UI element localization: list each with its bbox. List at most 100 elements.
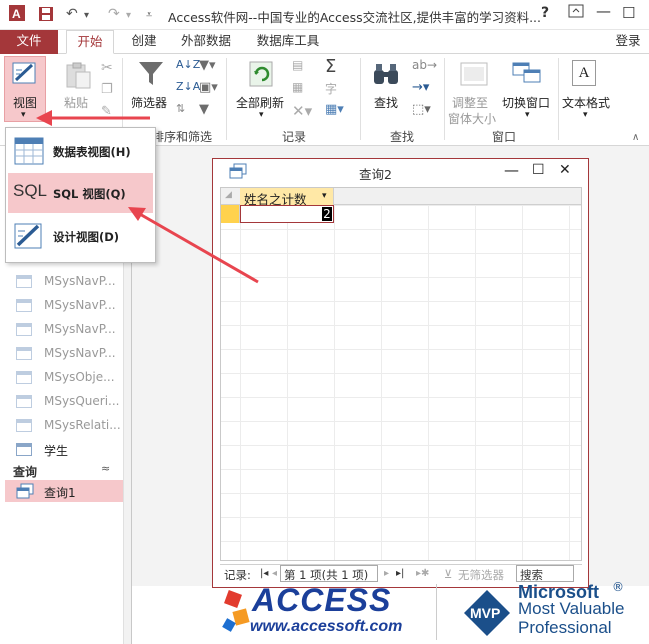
record-selector[interactable] [221,205,240,223]
refresh-dropdown-icon: ▾ [259,110,264,120]
delete-record-icon[interactable]: ✕▾ [292,102,312,120]
save-icon[interactable] [38,6,54,26]
nav-table-item[interactable]: MSysNavP... [5,318,123,340]
text-format-icon[interactable]: A [572,60,596,86]
nav-item-label: MSysNavP... [44,274,116,288]
more-records-icon[interactable]: ▦▾ [325,102,344,117]
tab-home[interactable]: 开始 [66,30,114,54]
advanced-filter-icon[interactable]: ▣▾ [199,80,218,95]
group-records: 记录 [282,130,307,144]
nav-table-item[interactable]: MSysNavP... [5,342,123,364]
maximize-button[interactable]: ☐ [622,4,635,22]
filter-icon[interactable] [138,60,164,91]
format-painter-icon[interactable]: ✎ [101,104,112,119]
design-view-icon [12,60,38,89]
tab-external-data[interactable]: 外部数据 [176,30,236,54]
binoculars-icon[interactable] [372,62,400,89]
app-logo-icon: A [8,4,26,26]
query-window-titlebar[interactable]: 查询2 — ☐ ✕ [213,159,588,185]
copy-icon[interactable]: ❐ [101,82,113,97]
column-header[interactable]: 姓名之计数 ▾ [240,188,334,207]
ribbon-tabs: 文件 开始 创建 外部数据 数据库工具 登录 [0,30,649,54]
select-all-icon[interactable]: ◢ [225,190,232,200]
undo-dropdown-icon[interactable]: ▾ [84,10,89,21]
text-format-label: 文本格式 [562,96,611,110]
access-logo-text: ACCESS [252,582,392,618]
menu-datasheet-view[interactable]: 数据表视图(H) [8,131,153,171]
query-minimize-button[interactable]: — [504,161,519,179]
find-label: 查找 [374,96,399,110]
mvp-badge-text: MVP [470,605,501,621]
switch-window-icon[interactable] [512,62,542,91]
replace-icon[interactable]: ab→ [412,58,437,72]
help-button[interactable]: ? [541,5,549,21]
cut-icon[interactable]: ✂ [101,60,113,76]
collapse-section-icon[interactable]: ≈ [101,462,110,475]
minimize-button[interactable]: — [596,2,611,20]
size-to-fit-icon[interactable] [460,62,488,89]
nav-item-label: MSysQueri... [44,394,120,408]
last-record-icon[interactable]: ▸| [396,568,404,579]
nav-table-item[interactable]: MSysObje... [5,366,123,388]
view-label: 视图 [13,96,38,110]
nav-item-label: 查询1 [44,486,76,500]
ribbon-display-options-icon[interactable] [568,4,584,22]
nav-item-label: MSysNavP... [44,346,116,360]
filter-label: 筛选器 [131,96,168,110]
group-window: 窗口 [492,130,517,144]
query-close-button[interactable]: ✕ [559,162,571,178]
new-record-icon[interactable]: ▤ [292,58,303,72]
tab-database-tools[interactable]: 数据库工具 [252,30,324,54]
redo-icon[interactable]: ↷ [108,6,120,22]
table-icon [16,419,32,432]
query-maximize-button[interactable]: ☐ [532,162,545,178]
mvp-logo: MVP Microsoft ® Most Valuable Profession… [462,580,649,644]
query-window-title: 查询2 [359,167,392,182]
goto-icon[interactable]: →▾ [412,80,429,95]
table-icon [16,371,32,384]
tab-create[interactable]: 创建 [126,30,162,54]
next-record-icon[interactable]: ▸ [384,568,389,579]
nav-table-student[interactable]: 学生 [5,438,123,460]
filter-status-icon[interactable]: ⊻ [444,567,452,581]
view-dropdown-menu: 数据表视图(H) SQL SQL 视图(Q) 设计视图(D) [5,127,156,263]
undo-icon[interactable]: ↶ [66,6,78,22]
current-record-box[interactable]: 第 1 项(共 1 项) [280,565,378,582]
selection-filter-icon[interactable]: ▼▾ [199,58,216,73]
first-record-icon[interactable]: |◂ [260,568,268,579]
query-window: 查询2 — ☐ ✕ ◢ 姓名之计数 ▾ 2 记录: |◂ ◂ 第 1 项(共 1… [212,158,589,588]
save-record-icon[interactable]: ▦ [292,80,303,94]
tab-file[interactable]: 文件 [0,30,58,54]
customize-qat-icon[interactable]: ⩡ [146,8,152,22]
no-filter-label[interactable]: 无筛选器 [458,567,504,583]
sort-ascending-icon[interactable]: A↓Z [176,58,200,71]
sort-descending-icon[interactable]: Z↓A [176,80,200,93]
menu-sql-view[interactable]: SQL SQL 视图(Q) [8,173,153,213]
column-dropdown-icon[interactable]: ▾ [322,191,327,201]
data-cell[interactable]: 2 [240,205,334,223]
login-link[interactable]: 登录 [613,30,643,54]
totals-icon[interactable]: Σ [325,56,336,77]
access-url-text: www.accessoft.com [250,618,403,635]
refresh-all-icon[interactable] [248,60,274,91]
nav-table-item[interactable]: MSysNavP... [5,270,123,292]
sql-view-icon: SQL [13,181,48,200]
spelling-icon[interactable]: 字 [325,80,337,97]
nav-query-item[interactable]: 查询1 [5,480,123,502]
select-icon[interactable]: ⬚▾ [412,102,431,117]
redo-dropdown-icon[interactable]: ▾ [126,10,131,21]
nav-table-item[interactable]: MSysRelati... [5,414,123,436]
prev-record-icon[interactable]: ◂ [272,568,277,579]
new-record-nav-icon[interactable]: ▸✱ [416,568,429,579]
menu-item-label: SQL 视图(Q) [53,187,126,201]
nav-table-item[interactable]: MSysNavP... [5,294,123,316]
nav-section-queries[interactable]: 查询 ≈ [5,462,123,480]
collapse-ribbon-icon[interactable]: ∧ [632,132,639,143]
clear-sort-icon[interactable]: ⇅ [176,102,185,115]
toggle-filter-icon[interactable]: ▼ [199,102,209,117]
search-input[interactable]: 搜索 [516,565,574,582]
menu-design-view[interactable]: 设计视图(D) [8,216,153,256]
group-find: 查找 [390,130,415,144]
paste-label: 粘贴 [64,96,89,110]
nav-table-item[interactable]: MSysQueri... [5,390,123,412]
